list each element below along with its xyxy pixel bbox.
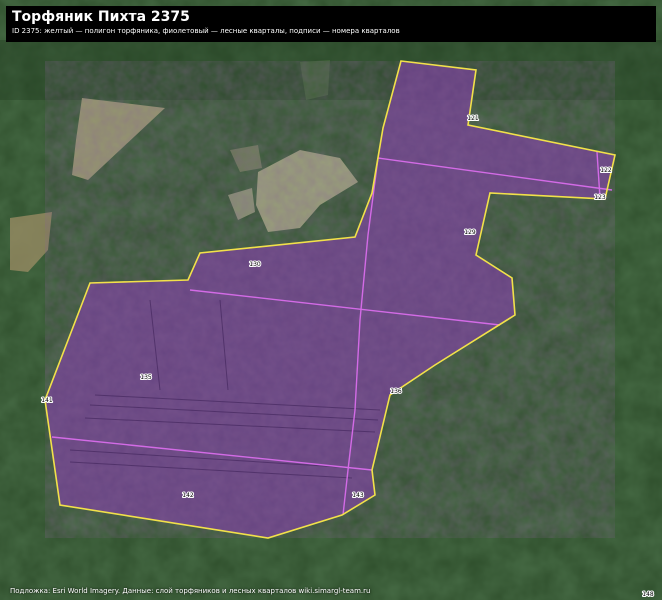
- map-attribution: Подложка: Esri World Imagery. Данные: сл…: [10, 587, 371, 595]
- quarter-label-142: 142: [182, 492, 194, 499]
- quarter-label-123: 123: [594, 194, 606, 201]
- quarter-label-129: 129: [464, 229, 476, 236]
- map-view[interactable]: 121 122 123 129 130 135 136 141 142 143 …: [0, 0, 662, 600]
- quarter-label-148: 148: [642, 591, 654, 598]
- map-title: Торфяник Пихта 2375: [12, 9, 190, 25]
- map-subtitle: ID 2375: желтый — полигон торфяника, фио…: [12, 27, 400, 35]
- satellite-map: 121 122 123 129 130 135 136 141 142 143 …: [0, 0, 662, 600]
- map-title-panel: Торфяник Пихта 2375 ID 2375: желтый — по…: [6, 6, 656, 42]
- forest-dark-north: [0, 40, 662, 100]
- quarter-label-143: 143: [352, 492, 364, 499]
- quarter-label-136: 136: [390, 388, 402, 395]
- quarter-label-141: 141: [41, 397, 53, 404]
- quarter-label-135: 135: [140, 374, 152, 381]
- quarter-label-121: 121: [467, 115, 479, 122]
- quarter-label-130: 130: [249, 261, 261, 268]
- quarter-label-122: 122: [600, 167, 612, 174]
